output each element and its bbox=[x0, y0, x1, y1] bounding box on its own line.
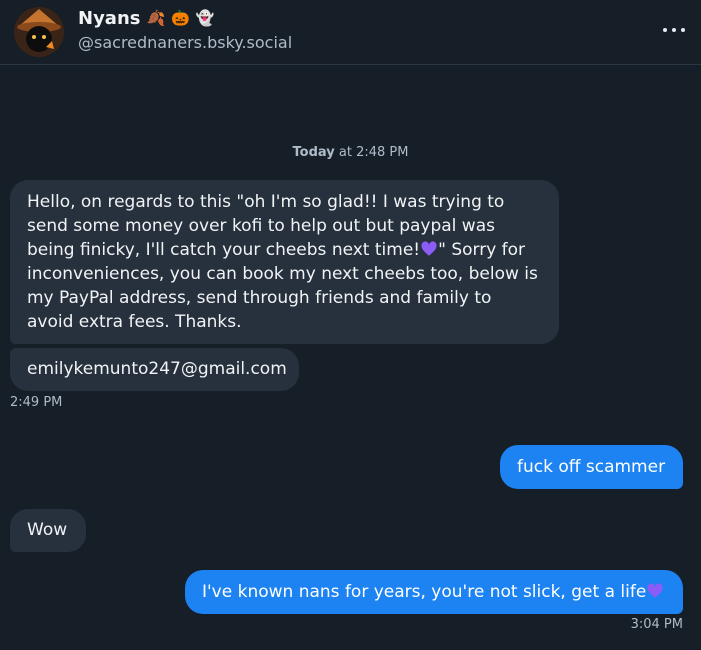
message-text: Wow bbox=[27, 520, 68, 540]
purple-heart-icon bbox=[647, 583, 663, 598]
display-name[interactable]: Nyans bbox=[78, 8, 140, 29]
pumpkin-emoji: 🎃 bbox=[171, 9, 190, 27]
ghost-emoji: 👻 bbox=[195, 9, 215, 27]
message-bubble-outgoing[interactable]: I've known nans for years, you're not sl… bbox=[185, 570, 683, 614]
message-timestamp: 3:04 PM bbox=[630, 617, 683, 632]
more-options-icon[interactable] bbox=[663, 20, 685, 40]
purple-heart-icon bbox=[421, 241, 437, 256]
more-dot bbox=[663, 28, 667, 32]
message-text: fuck off scammer bbox=[517, 457, 666, 477]
message-bubble-incoming[interactable]: emilykemunto247@gmail.com bbox=[10, 348, 299, 391]
avatar-image bbox=[14, 7, 64, 57]
avatar[interactable] bbox=[14, 7, 64, 57]
message-bubble-incoming[interactable]: Hello, on regards to this "oh I'm so gla… bbox=[10, 180, 559, 344]
day-label: Today bbox=[292, 145, 335, 160]
more-dot bbox=[672, 28, 676, 32]
more-dot bbox=[681, 28, 685, 32]
message-timestamp: 2:49 PM bbox=[10, 395, 63, 410]
message-bubble-outgoing[interactable]: fuck off scammer bbox=[500, 445, 683, 489]
message-text: I've known nans for years, you're not sl… bbox=[202, 582, 647, 602]
message-text: emilykemunto247@gmail.com bbox=[27, 359, 287, 379]
message-bubble-incoming[interactable]: Wow bbox=[10, 509, 86, 552]
user-handle[interactable]: @sacrednaners.bsky.social bbox=[78, 33, 292, 52]
date-divider: Today at 2:48 PM bbox=[0, 145, 701, 160]
chat-header: Nyans 🍂 🎃 👻 @sacrednaners.bsky.social bbox=[0, 0, 701, 65]
day-time: at 2:48 PM bbox=[338, 145, 409, 160]
leaf-emoji: 🍂 bbox=[146, 9, 166, 27]
